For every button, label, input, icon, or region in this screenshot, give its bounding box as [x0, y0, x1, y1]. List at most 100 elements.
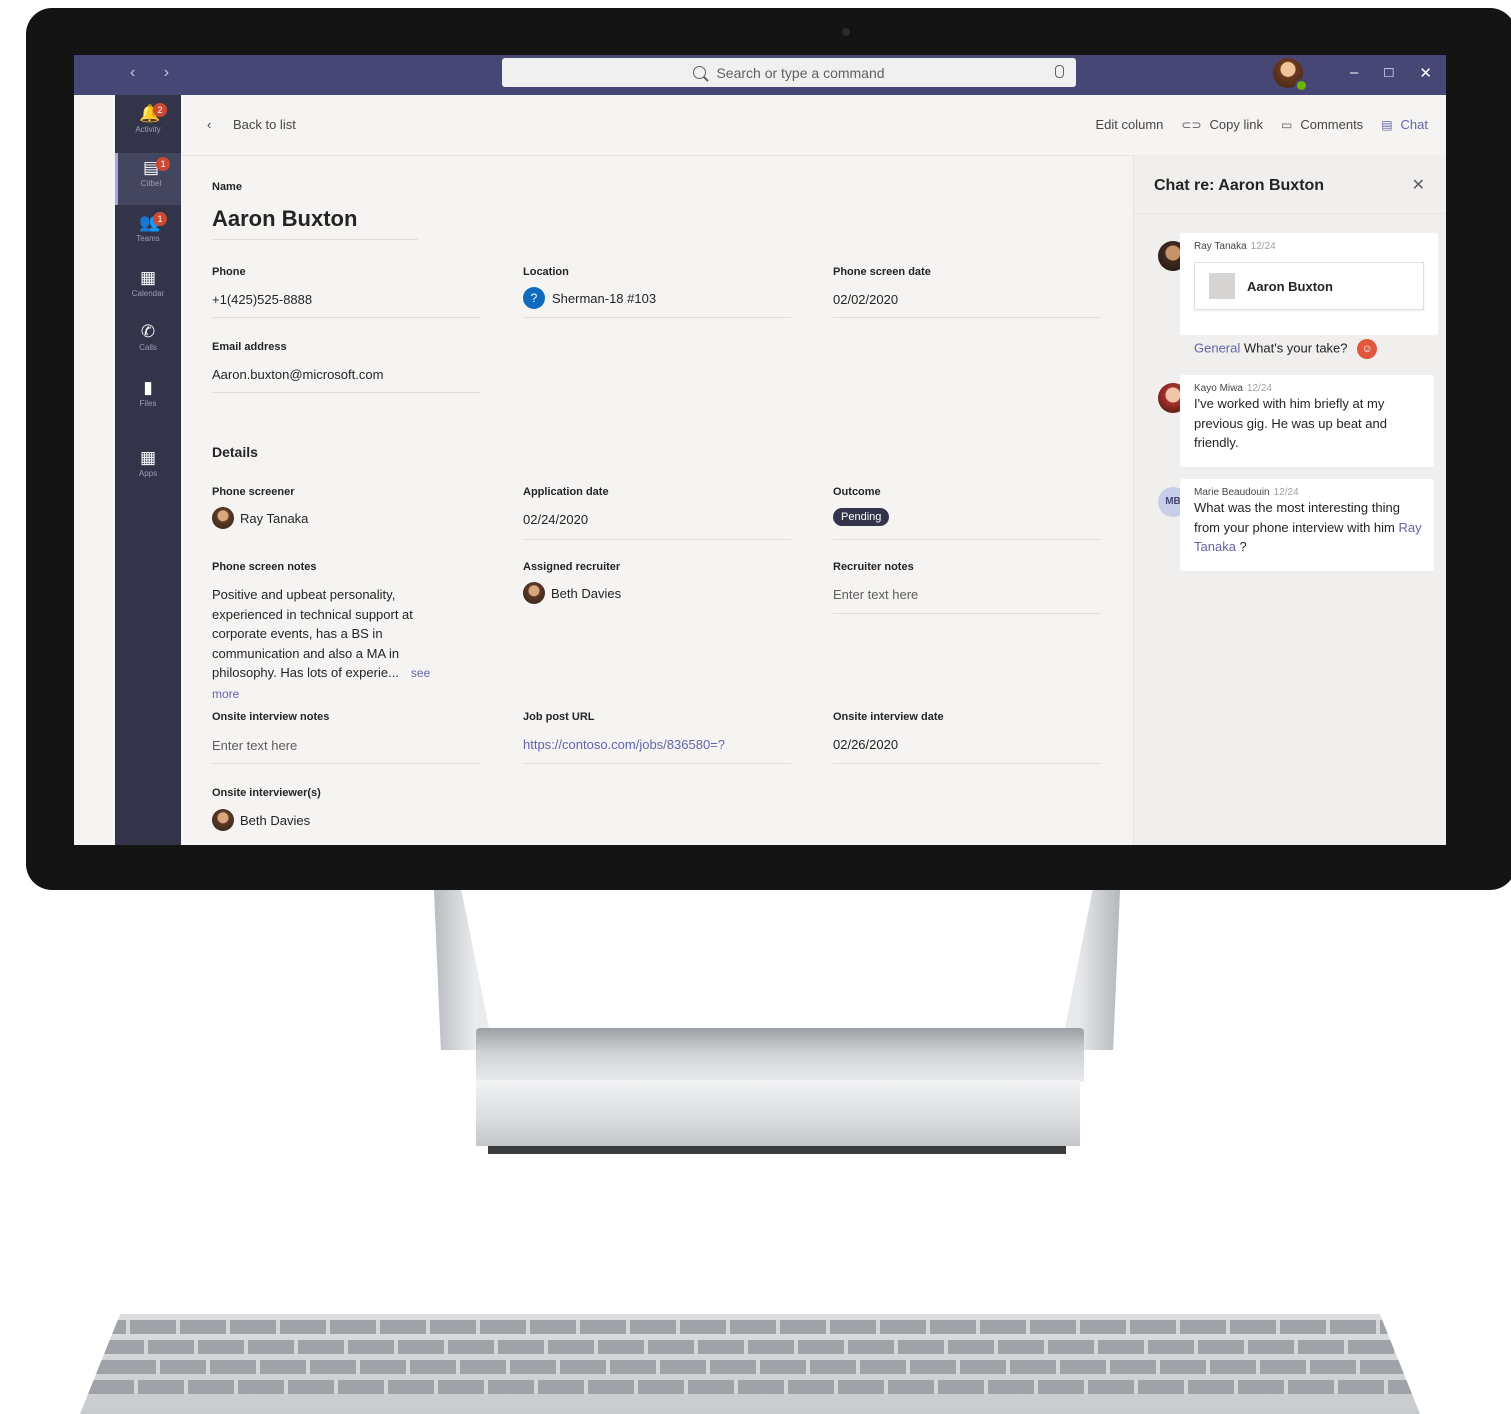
status-badge[interactable]: Pending [833, 508, 890, 526]
chat-label: Chat [1400, 117, 1428, 132]
channel-link[interactable]: General [1194, 340, 1240, 355]
chevron-left-icon: ‹ [207, 117, 212, 132]
email-label: Email address [212, 341, 287, 353]
rail-item-activity[interactable]: 🔔 Activity 2 [115, 99, 181, 151]
recruiter-notes-label: Recruiter notes [833, 561, 914, 573]
message-body: What was the most interesting thing from… [1194, 498, 1424, 557]
rail-item-calendar[interactable]: ▦ Calendar [115, 263, 181, 315]
application-date-label: Application date [523, 486, 609, 498]
back-to-list-link[interactable]: ‹ Back to list [207, 117, 296, 132]
application-date-value[interactable]: 02/24/2020 [523, 512, 588, 527]
chat-button[interactable]: ▤ Chat [1381, 117, 1428, 132]
minimize-button[interactable]: – [1350, 64, 1358, 82]
phone-screen-date-label: Phone screen date [833, 266, 931, 278]
key-row [80, 1380, 1420, 1394]
chat-icon: ▤ [1381, 118, 1393, 132]
onsite-interviewer-name: Beth Davies [240, 812, 311, 828]
message-time: 12/24 [1246, 383, 1272, 394]
outcome-label: Outcome [833, 486, 881, 498]
onsite-date-value[interactable]: 02/26/2020 [833, 737, 898, 752]
divider [212, 317, 480, 318]
phone-label: Phone [212, 266, 246, 278]
message-header: Ray Tanaka 12/24 [1194, 241, 1438, 252]
onsite-notes-label: Onsite interview notes [212, 711, 330, 723]
recruiter-notes-field[interactable]: Enter text here [833, 587, 918, 602]
rail-item-chat[interactable]: ▤ Citbel 1 [115, 153, 184, 205]
maximize-button[interactable]: □ [1384, 64, 1393, 82]
divider [523, 763, 791, 764]
app-rail: 🔔 Activity 2 ▤ Citbel 1 👥 Teams 1 ▦ Cale… [115, 95, 184, 845]
onsite-notes-field[interactable]: Enter text here [212, 738, 297, 753]
close-button[interactable]: ✕ [1419, 64, 1432, 82]
title-bar: ‹ › Search or type a command – □ ✕ [74, 55, 1446, 95]
copy-link-button[interactable]: ⊂⊃ Copy link [1181, 117, 1263, 132]
rail-item-files[interactable]: ▮ Files [115, 373, 181, 425]
candidate-name[interactable]: Aaron Buxton [212, 206, 357, 232]
chat-message: Ray Tanaka 12/24 Aaron Buxton [1180, 233, 1438, 335]
name-label: Name [212, 181, 242, 193]
notification-badge: 2 [153, 103, 167, 117]
search-placeholder: Search or type a command [716, 64, 885, 81]
comment-icon: ▭ [1280, 118, 1293, 132]
details-section-title: Details [212, 444, 258, 460]
divider [212, 763, 480, 764]
message-suffix: ? [1235, 539, 1247, 554]
edit-column-button[interactable]: Edit column [1095, 117, 1163, 132]
microphone-icon[interactable] [1055, 65, 1064, 78]
divider [833, 539, 1101, 540]
avatar [212, 507, 234, 529]
rail-label: Citbel [140, 179, 162, 188]
record-card[interactable]: Aaron Buxton [1194, 262, 1424, 310]
divider [212, 239, 418, 240]
location-label: Location [523, 266, 569, 278]
onsite-interviewers-label: Onsite interviewer(s) [212, 787, 321, 799]
rail-item-teams[interactable]: 👥 Teams 1 [115, 208, 181, 260]
webcam [842, 28, 850, 36]
phone-screener-name: Ray Tanaka [240, 510, 309, 526]
job-post-url-label: Job post URL [523, 711, 595, 723]
phone-screen-notes-value[interactable]: Positive and upbeat personality, experie… [212, 585, 442, 704]
monitor-stand [434, 890, 1120, 1050]
phone-screener-value[interactable]: Ray Tanaka [212, 507, 308, 529]
job-post-url-link[interactable]: https://contoso.com/jobs/836580=? [523, 737, 725, 752]
rail-label: Calendar [131, 289, 165, 298]
phone-icon: ✆ [140, 322, 156, 341]
location-text: Sherman-18 #103 [552, 290, 657, 306]
message-header: Marie Beaudouin 12/24 [1194, 487, 1424, 498]
rail-label: Apps [138, 469, 158, 478]
assigned-recruiter-value[interactable]: Beth Davies [523, 582, 621, 604]
comments-button[interactable]: ▭ Comments [1281, 117, 1363, 132]
message-text: What was the most interesting thing from… [1194, 500, 1400, 535]
phone-screen-notes-label: Phone screen notes [212, 561, 317, 573]
rail-label: Files [139, 399, 157, 408]
calendar-icon: ▦ [139, 268, 157, 287]
notification-badge: 1 [156, 157, 170, 171]
history-arrows[interactable]: ‹ › [130, 64, 181, 82]
phone-screen-date-value[interactable]: 02/02/2020 [833, 292, 898, 307]
card-title: Aaron Buxton [1247, 278, 1333, 294]
search-box[interactable]: Search or type a command [502, 58, 1076, 87]
presence-available-icon [1295, 79, 1308, 92]
close-icon[interactable]: ✕ [1412, 175, 1425, 195]
rail-item-calls[interactable]: ✆ Calls [115, 317, 181, 369]
onsite-date-label: Onsite interview date [833, 711, 944, 723]
divider [523, 539, 791, 540]
apps-icon: ▦ [139, 448, 157, 467]
location-value[interactable]: ? Sherman-18 #103 [523, 287, 656, 309]
search-icon [693, 66, 707, 79]
stand-base [476, 1080, 1080, 1146]
file-icon: ▮ [143, 378, 153, 397]
onsite-interviewer-value[interactable]: Beth Davies [212, 809, 310, 831]
chat-pane-title: Chat re: Aaron Buxton [1154, 177, 1325, 194]
key-row [80, 1360, 1420, 1374]
email-value[interactable]: Aaron.buxton@microsoft.com [212, 367, 383, 382]
record-toolbar: ‹ Back to list Edit column ⊂⊃ Copy link ▭… [181, 95, 1446, 156]
main-content: ‹ Back to list Edit column ⊂⊃ Copy link ▭… [181, 95, 1446, 845]
divider [833, 613, 1101, 614]
message-time: 12/24 [1250, 241, 1276, 252]
divider [523, 317, 791, 318]
reaction-icon[interactable]: ☺ [1357, 339, 1378, 359]
rail-item-apps[interactable]: ▦ Apps [115, 443, 181, 495]
phone-value[interactable]: +1(425)525-8888 [212, 292, 312, 307]
message-body: I've worked with him briefly at my previ… [1194, 396, 1387, 450]
